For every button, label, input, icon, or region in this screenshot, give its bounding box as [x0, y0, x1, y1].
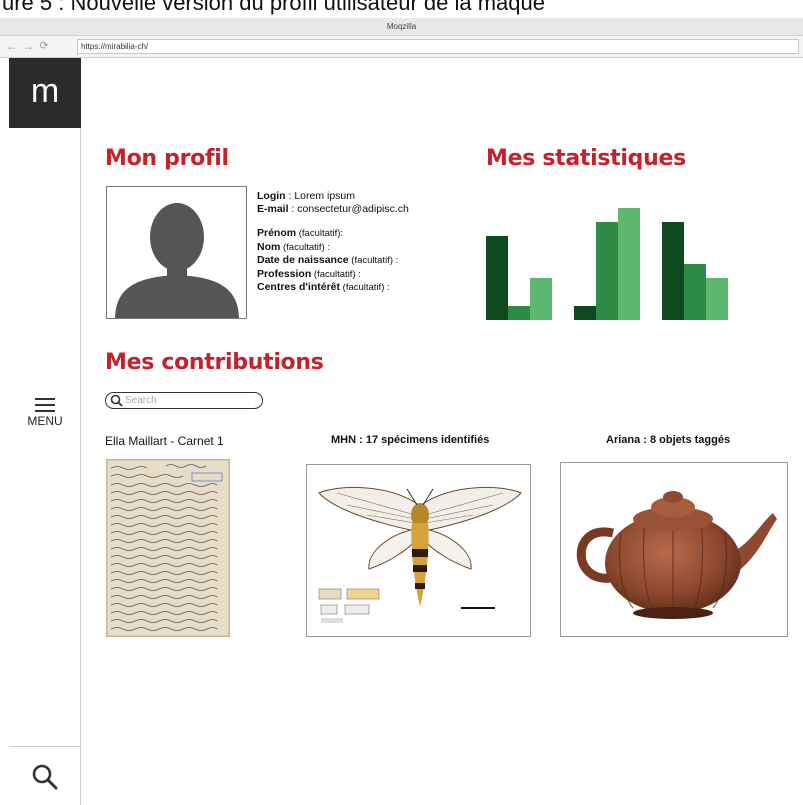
address-bar[interactable]: https://mirabilia-ch/ — [77, 39, 799, 54]
email-label: E-mail — [257, 202, 289, 215]
sidebar-divider — [9, 746, 81, 747]
field-firstname[interactable]: Prénom (facultatif): — [257, 227, 409, 241]
menu-label: MENU — [27, 414, 63, 428]
card-title-ariana[interactable]: Ariana : 8 objets taggés — [606, 434, 730, 446]
login-value: : Lorem ipsum — [285, 190, 356, 202]
user-silhouette-icon — [115, 203, 239, 318]
specimen-thumbnail[interactable] — [306, 464, 531, 637]
hamburger-icon — [35, 398, 55, 413]
teapot-thumbnail[interactable] — [560, 462, 788, 637]
stats-chart — [486, 208, 728, 320]
stat-bar-1-2 — [508, 306, 530, 320]
search-placeholder: Search — [125, 395, 157, 406]
moth-specimen-image — [307, 465, 530, 636]
arrow-left-icon[interactable]: ← — [6, 39, 18, 53]
email-value: : consectetur@adipisc.ch — [288, 202, 409, 215]
stat-bar-1-1 — [486, 236, 508, 320]
stat-bar-3-2 — [684, 264, 706, 320]
browser-titlebar: Moqzilla — [0, 18, 803, 36]
contributions-heading: Mes contributions — [105, 350, 324, 375]
profile-info: Login : Lorem ipsum E-mail : consectetur… — [257, 190, 409, 295]
teapot-image — [561, 463, 787, 636]
card-title-carnet[interactable]: Ella Maillart - Carnet 1 — [105, 434, 224, 448]
arrow-right-icon[interactable]: → — [22, 39, 34, 53]
card-title-mhn[interactable]: MHN : 17 spécimens identifiés — [331, 434, 489, 446]
contributions-search-input[interactable]: Search — [105, 392, 263, 409]
search-icon[interactable] — [31, 763, 59, 791]
stats-heading: Mes statistiques — [486, 146, 686, 171]
avatar[interactable] — [106, 186, 247, 319]
notebook-thumbnail[interactable] — [106, 459, 230, 637]
stat-bar-2-3 — [618, 208, 640, 320]
stat-bar-2-1 — [574, 306, 596, 320]
stat-bar-3-1 — [662, 222, 684, 320]
profile-heading: Mon profil — [105, 146, 229, 171]
field-profession[interactable]: Profession (facultatif) : — [257, 268, 409, 282]
email-row: E-mail : consectetur@adipisc.ch — [257, 203, 409, 216]
stat-bar-3-3 — [706, 278, 728, 320]
stat-bar-1-3 — [530, 278, 552, 320]
field-birthdate[interactable]: Date de naissance (facultatif) : — [257, 254, 409, 268]
menu-button[interactable]: MENU — [9, 398, 81, 438]
logo[interactable]: m — [9, 58, 81, 128]
login-row: Login : Lorem ipsum — [257, 190, 409, 203]
field-interests[interactable]: Centres d'intérêt (facultatif) : — [257, 281, 409, 295]
login-label: Login — [257, 190, 286, 202]
window-title: Moqzilla — [386, 22, 417, 31]
search-icon — [110, 394, 123, 407]
stat-bar-2-2 — [596, 222, 618, 320]
reload-icon[interactable]: ⟳ — [38, 39, 50, 53]
field-lastname[interactable]: Nom (facultatif) : — [257, 241, 409, 255]
figure-caption: ure 5 : Nouvelle version du profil utili… — [2, 0, 545, 15]
browser-navbar: ← → ⟳ https://mirabilia-ch/ — [0, 36, 803, 58]
handwritten-page-image — [106, 459, 230, 637]
sidebar: m MENU — [9, 58, 81, 805]
